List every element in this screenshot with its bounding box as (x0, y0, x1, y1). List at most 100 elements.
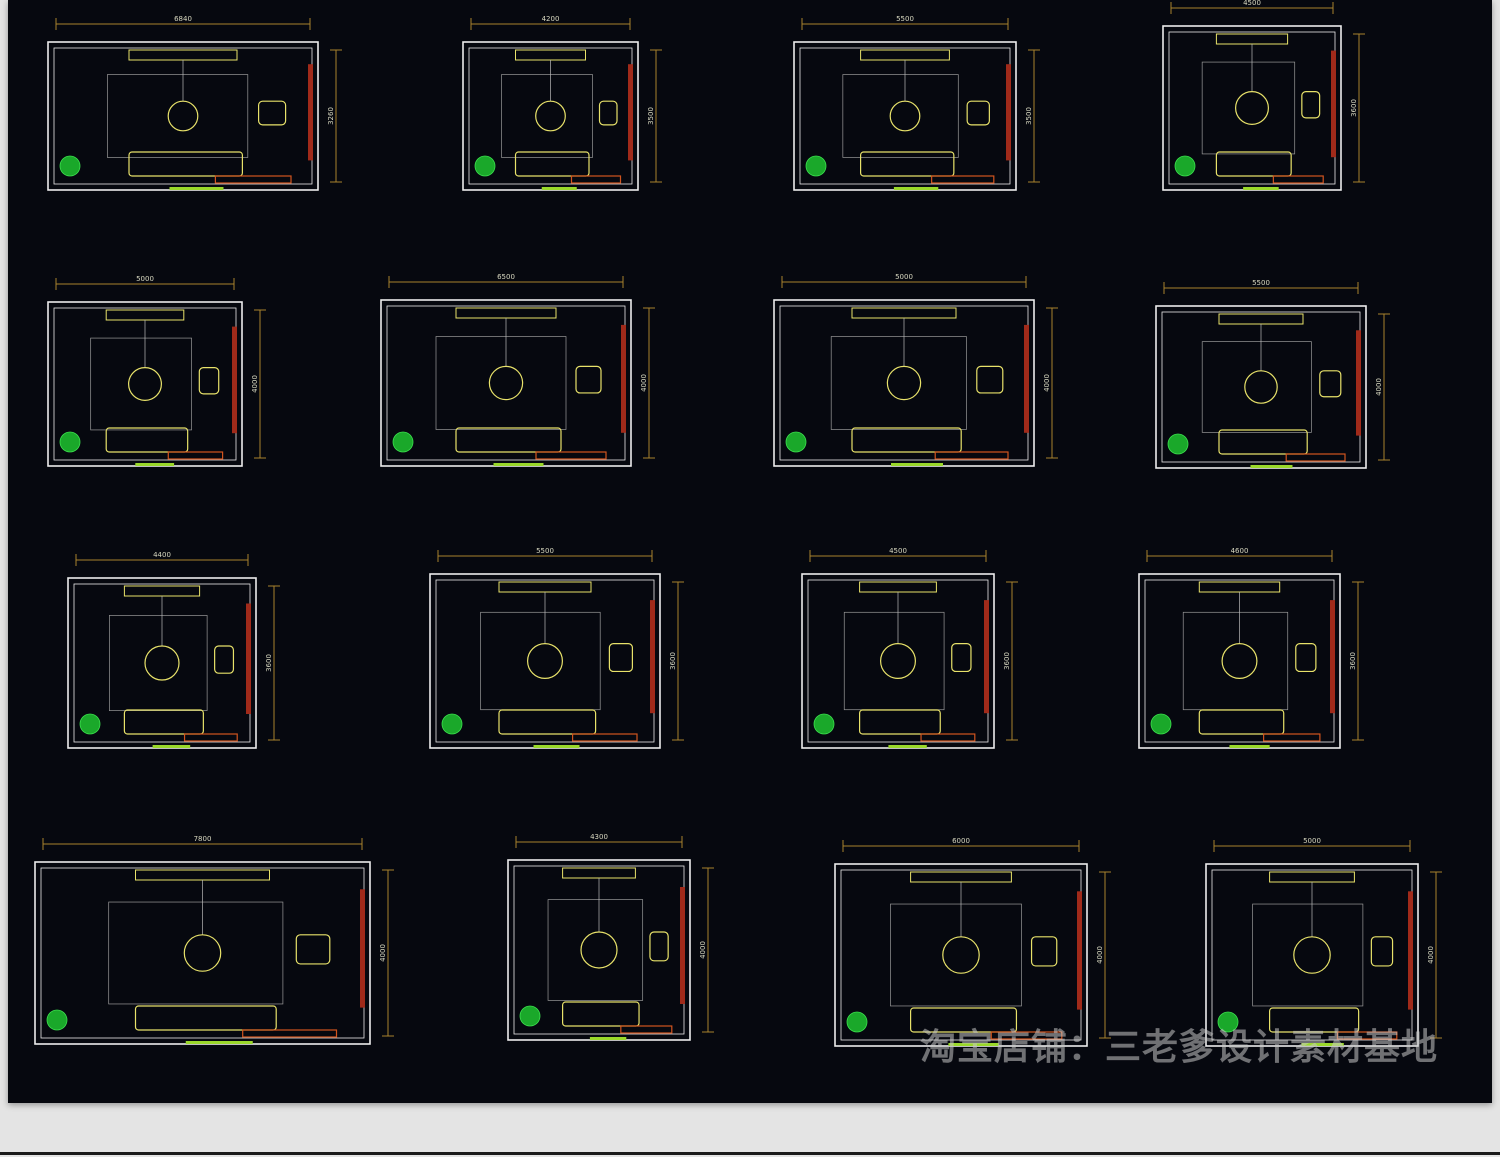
floor-plan-13: 7800 4000 (34, 835, 394, 1045)
width-dimension-label: 4200 (542, 15, 560, 23)
armchair (598, 100, 618, 126)
tv-cabinet (910, 871, 1012, 883)
sofa (455, 427, 562, 453)
rug-outline (843, 611, 945, 711)
coffee-table (879, 642, 916, 679)
door-marker (1229, 745, 1270, 748)
door-marker (493, 463, 544, 466)
rug-outline (1201, 341, 1312, 433)
height-dimension-label: 3600 (1003, 652, 1011, 670)
tv-cabinet (860, 49, 950, 61)
tv-cabinet (105, 309, 185, 321)
armchair (1301, 90, 1321, 119)
plant (519, 1005, 541, 1027)
height-dimension-label: 4000 (1375, 378, 1383, 396)
side-cabinet (535, 451, 607, 460)
page-bottom-rule (0, 1152, 1500, 1155)
floor-plan-11: 4500 3600 (801, 547, 1018, 749)
window-strip (308, 64, 313, 161)
side-cabinet (571, 733, 638, 742)
rug-outline (108, 901, 284, 1005)
side-cabinet (1263, 733, 1321, 742)
sofa (134, 1005, 277, 1031)
height-dimension-label: 4000 (699, 941, 707, 959)
sofa (128, 151, 244, 177)
plant (79, 713, 101, 735)
floor-plan-12: 4600 3600 (1138, 547, 1364, 749)
height-dimension-label: 3500 (647, 107, 655, 125)
side-cabinet (242, 1029, 338, 1038)
height-dimension-label: 3500 (1025, 107, 1033, 125)
floor-plan-14: 4300 4000 (507, 833, 714, 1041)
sofa (498, 709, 597, 735)
width-dimension-label: 4400 (153, 551, 171, 559)
window-strip (650, 600, 655, 714)
door-marker (135, 463, 175, 466)
floor-plan-4: 4500 3600 (1162, 0, 1365, 191)
armchair (214, 645, 235, 674)
width-dimension-label: 7800 (194, 835, 212, 843)
rug-outline (109, 615, 208, 711)
coffee-table (580, 931, 618, 969)
side-cabinet (1272, 175, 1324, 184)
tv-cabinet (859, 581, 937, 593)
coffee-table (167, 100, 199, 132)
door-marker (533, 745, 580, 748)
sofa (1218, 429, 1308, 455)
height-dimension-label: 3600 (1349, 652, 1357, 670)
rug-outline (1252, 903, 1364, 1007)
coffee-table (1244, 370, 1278, 404)
tv-cabinet (135, 869, 270, 881)
floor-plan-7: 5000 4000 (773, 273, 1058, 467)
floor-plan-6: 6500 4000 (380, 273, 655, 467)
armchair (649, 931, 669, 962)
coffee-table (144, 645, 180, 681)
door-marker (893, 187, 939, 190)
armchair (198, 367, 220, 395)
height-dimension-label: 4000 (1096, 946, 1104, 964)
width-dimension-label: 4500 (1243, 0, 1261, 7)
tv-cabinet (455, 307, 557, 319)
window-strip (1006, 64, 1011, 161)
plant (46, 1009, 68, 1031)
side-cabinet (570, 175, 622, 184)
door-marker (541, 187, 577, 190)
window-strip (1331, 50, 1336, 158)
floor-plan-3: 5500 3500 (793, 15, 1040, 191)
window-strip (680, 887, 685, 1004)
width-dimension-label: 5500 (896, 15, 914, 23)
door-marker (891, 463, 943, 466)
height-dimension-label: 4000 (1043, 374, 1051, 392)
window-strip (1330, 600, 1335, 714)
coffee-table (1234, 90, 1269, 125)
floor-plan-2: 4200 3500 (462, 15, 662, 191)
rug-outline (90, 337, 192, 431)
tv-cabinet (851, 307, 957, 319)
plant (392, 431, 414, 453)
floor-plan-1: 6840 3260 (47, 15, 342, 191)
window-strip (246, 603, 251, 714)
cad-drawing-canvas: 6840 3260 4200 3500 5500 3500 4500 3600 5000 4000… (8, 0, 1492, 1103)
sofa (851, 427, 962, 453)
rug-outline (1182, 611, 1289, 711)
dimension-lines: 4200 3500 (470, 15, 662, 183)
tv-cabinet (1215, 33, 1289, 45)
side-cabinet (920, 733, 976, 742)
sofa (859, 151, 955, 177)
tv-cabinet (123, 585, 201, 597)
plant (59, 431, 81, 453)
coffee-table (1221, 642, 1258, 679)
coffee-table (889, 100, 921, 132)
rug-outline (501, 74, 593, 158)
door-marker (1243, 187, 1279, 190)
coffee-table (183, 934, 222, 972)
door-marker (888, 745, 927, 748)
height-dimension-label: 4000 (1427, 946, 1435, 964)
armchair (258, 100, 287, 126)
window-strip (621, 324, 626, 433)
floor-plan-9: 4400 3600 (67, 551, 280, 749)
rug-outline (890, 903, 1022, 1007)
rug-outline (547, 899, 644, 1001)
watermark-text: 淘宝店铺：三老爹设计素材基地 (920, 1027, 1439, 1068)
rug-outline (1201, 61, 1296, 155)
